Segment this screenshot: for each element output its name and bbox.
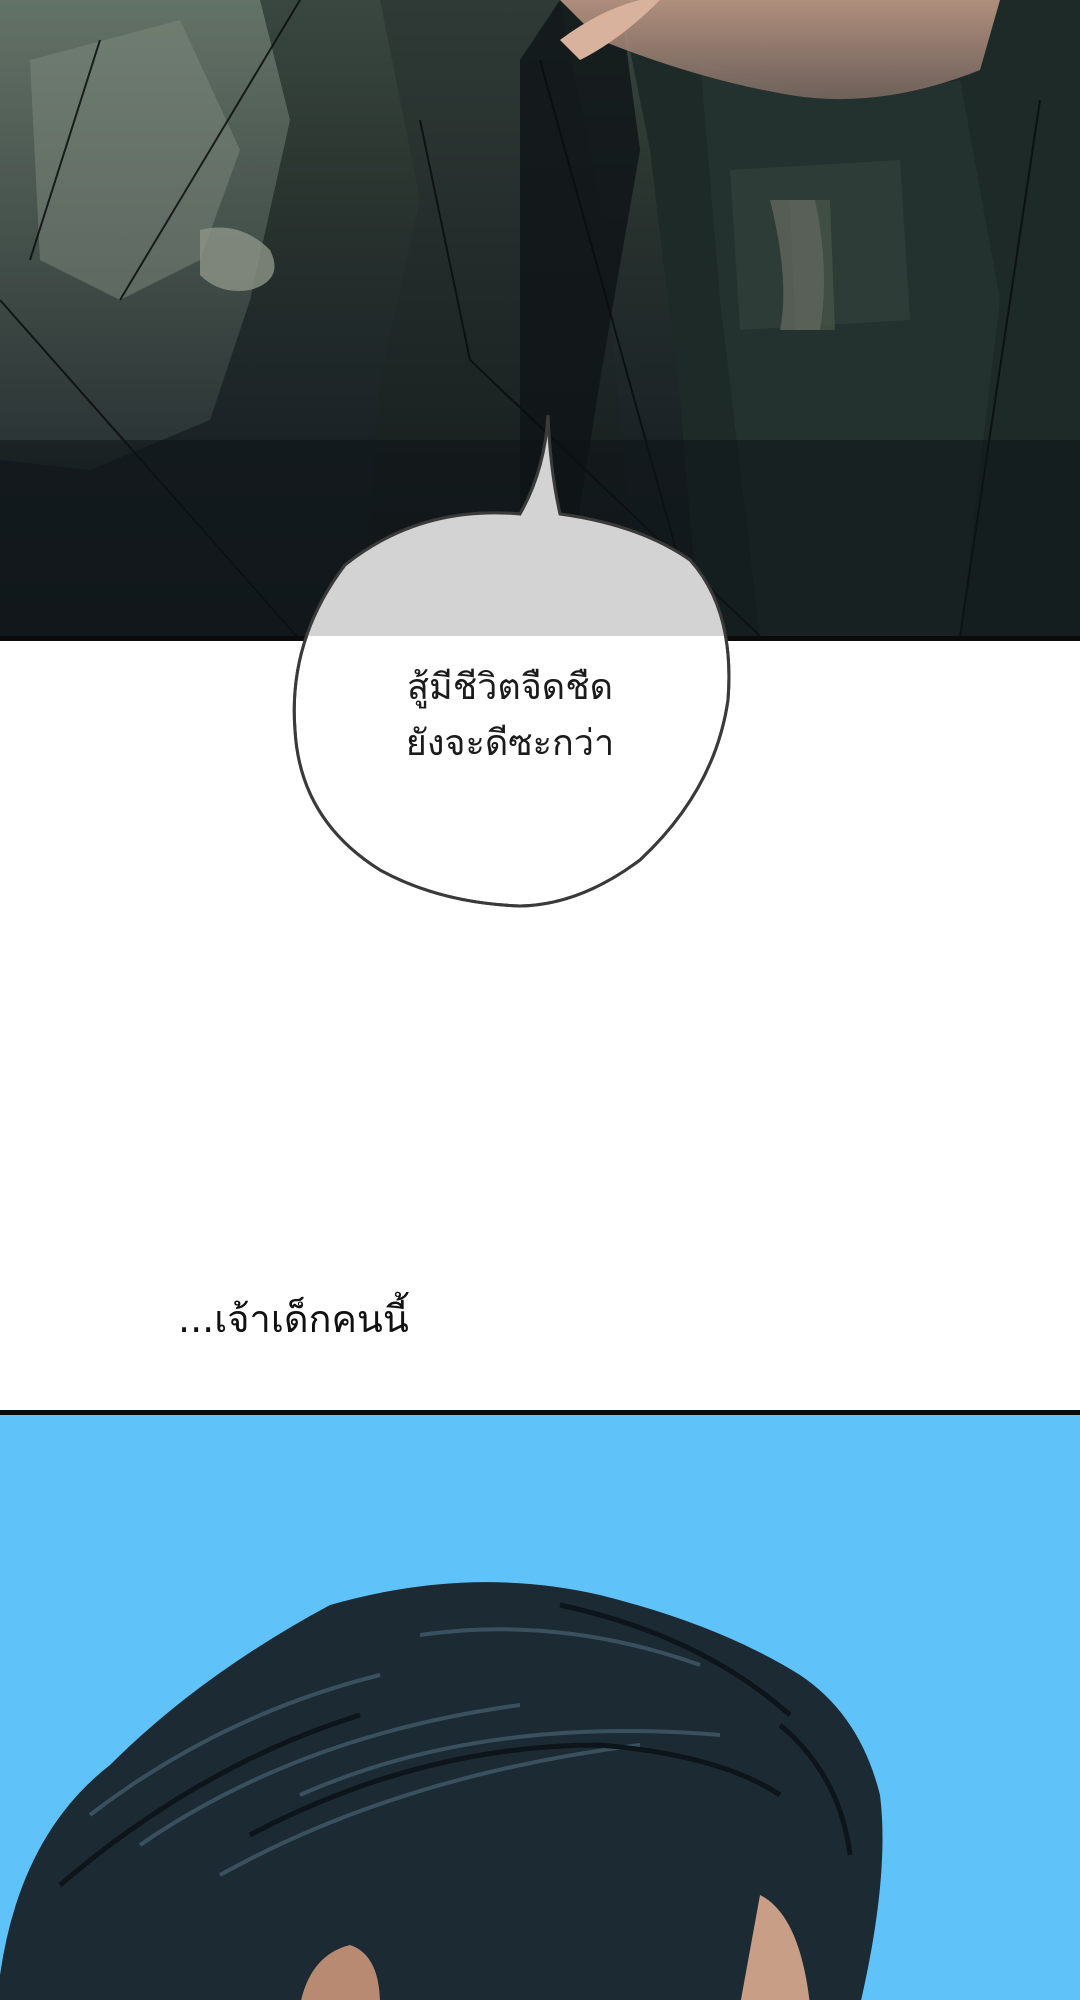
blue-portrait-panel [0,1410,1080,2000]
speech-line-1: สู้มีชีวิตจืดชืด [406,667,613,708]
speech-bubble-text: สู้มีชีวิตจืดชืด ยังจะดีซะกว่า [330,660,690,772]
dark-scene-panel [0,0,1080,641]
speech-line-2: ยังจะดีซะกว่า [405,723,615,764]
comic-page: สู้มีชีวิตจืดชืด ยังจะดีซะกว่า ...เจ้าเด… [0,0,1080,2000]
narration-text: ...เจ้าเด็กคนนี้ [178,1297,409,1341]
dark-scene-illustration [0,0,1080,636]
character-hair-illustration [0,1582,883,2000]
